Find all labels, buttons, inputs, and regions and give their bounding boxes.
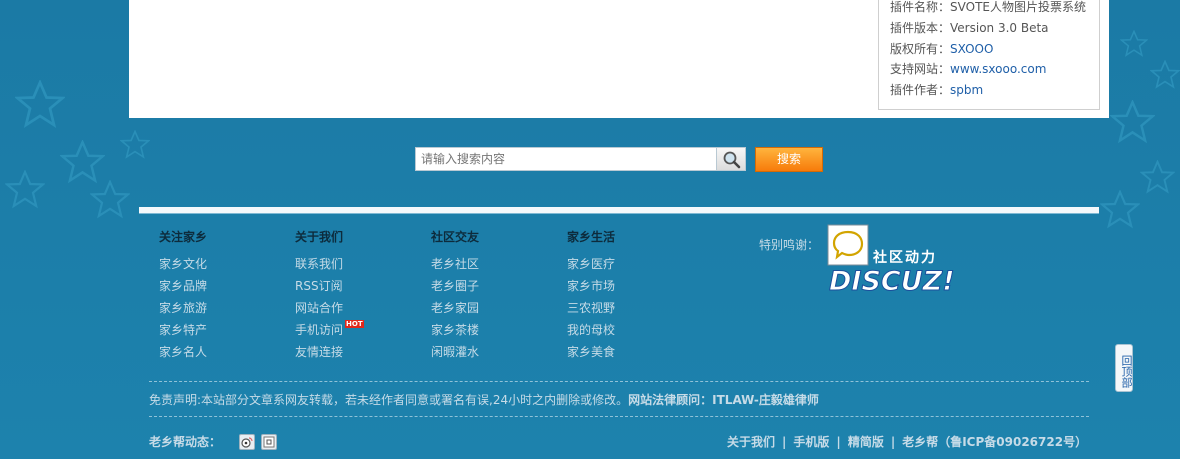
footer-link[interactable]: 闲暇灌水 [431,343,479,360]
discuz-logo[interactable]: 社区动力 DISCUZ! [827,224,961,298]
plugin-site-label: 支持网站： [890,62,951,76]
legal-advisor: 网站法律顾问：ITLAW-庄毅雄律师 [628,393,819,407]
disclaimer-text: 免责声明:本站部分文章系网友转载，若未经作者同意或署名有误,24小时之内删除或修… [149,393,629,407]
footer-link[interactable]: 家乡特产 [159,321,207,338]
bottom-link-lite[interactable]: 精简版 [848,435,884,449]
thanks-label: 特别鸣谢： [759,238,820,252]
footer-link[interactable]: 老乡家园 [431,299,479,316]
discuz-logo-graphic: 社区动力 DISCUZ! [827,224,955,298]
separator: | [836,435,841,449]
qq-icon[interactable] [261,434,277,450]
plugin-name-label: 插件名称： [890,0,951,14]
footer-link[interactable]: 家乡市场 [567,277,615,294]
search-icon-button[interactable] [717,147,746,171]
copyright-link[interactable]: SXOOO [950,42,993,56]
bottom-link-mobile[interactable]: 手机版 [793,435,829,449]
footer-link[interactable]: 友情连接 [295,343,343,360]
dashed-divider [149,416,1089,417]
separator: | [782,435,787,449]
footer-link[interactable]: 家乡茶楼 [431,321,479,338]
author-link[interactable]: spbm [950,83,983,97]
support-site-link[interactable]: www.sxooo.com [950,62,1046,76]
weibo-icon[interactable] [239,434,255,450]
footer-link[interactable]: 网站合作 [295,299,343,316]
footer-link[interactable]: 我的母校 [567,321,615,338]
plugin-version-row: 插件版本：Version 3.0 Beta [890,21,1049,35]
footer-column-title: 家乡生活 [567,230,616,244]
footer-link[interactable]: 家乡品牌 [159,277,207,294]
separator: | [890,435,896,449]
footer-link[interactable]: 家乡医疗 [567,255,615,272]
footer-link[interactable]: 家乡名人 [159,343,207,360]
dynamic-label: 老乡帮动态： [149,435,222,449]
plugin-name-row: 插件名称：SVOTE人物图片投票系统 [890,0,1086,14]
bottom-link-about[interactable]: 关于我们 [727,435,775,449]
search-input[interactable] [415,147,717,171]
discuz-wordmark: DISCUZ! [829,266,955,296]
footer-divider-line [139,213,1099,214]
bottom-links: 关于我们 | 手机版 | 精简版 | 老乡帮（鲁ICP备09026722号） [727,433,1087,450]
footer-link[interactable]: 家乡美食 [567,343,615,360]
footer-link[interactable]: 老乡圈子 [431,277,479,294]
plugin-author-label: 插件作者： [890,83,951,97]
search-icon [723,151,741,169]
footer-column-title: 社区交友 [431,230,480,244]
hot-badge: HOT [345,320,364,328]
plugin-copyright-row: 版权所有：SXOOO [890,42,993,56]
footer-link[interactable]: 家乡旅游 [159,299,207,316]
footer-link-label: 手机访问 [295,323,344,337]
plugin-name-value: SVOTE人物图片投票系统 [950,0,1086,14]
footer-link[interactable]: 联系我们 [295,255,343,272]
plugin-author-row: 插件作者：spbm [890,83,983,97]
plugin-info-box: 插件名称：SVOTE人物图片投票系统 插件版本：Version 3.0 Beta… [878,0,1100,110]
bottom-link-site[interactable]: 老乡帮（鲁ICP备09026722号） [902,435,1087,449]
disclaimer: 免责声明:本站部分文章系网友转载，若未经作者同意或署名有误,24小时之内删除或修… [149,391,819,408]
plugin-version-value: Version 3.0 Beta [950,21,1049,35]
footer-column-title: 关注家乡 [159,230,208,244]
back-to-top-button[interactable]: 回顶部 [1115,344,1133,392]
plugin-copyright-label: 版权所有： [890,42,951,56]
dashed-divider [149,381,1089,382]
footer-link[interactable]: 老乡社区 [431,255,479,272]
footer-link[interactable]: 三农视野 [567,299,615,316]
plugin-site-row: 支持网站：www.sxooo.com [890,62,1046,76]
plugin-version-label: 插件版本： [890,21,951,35]
footer-link-mobile[interactable]: 手机访问 HOT [295,320,364,338]
footer-link[interactable]: RSS订阅 [295,277,343,294]
search-button[interactable]: 搜索 [755,147,823,172]
discuz-slogan: 社区动力 [872,249,937,266]
footer-link[interactable]: 家乡文化 [159,255,207,272]
footer-column-title: 关于我们 [295,230,344,244]
